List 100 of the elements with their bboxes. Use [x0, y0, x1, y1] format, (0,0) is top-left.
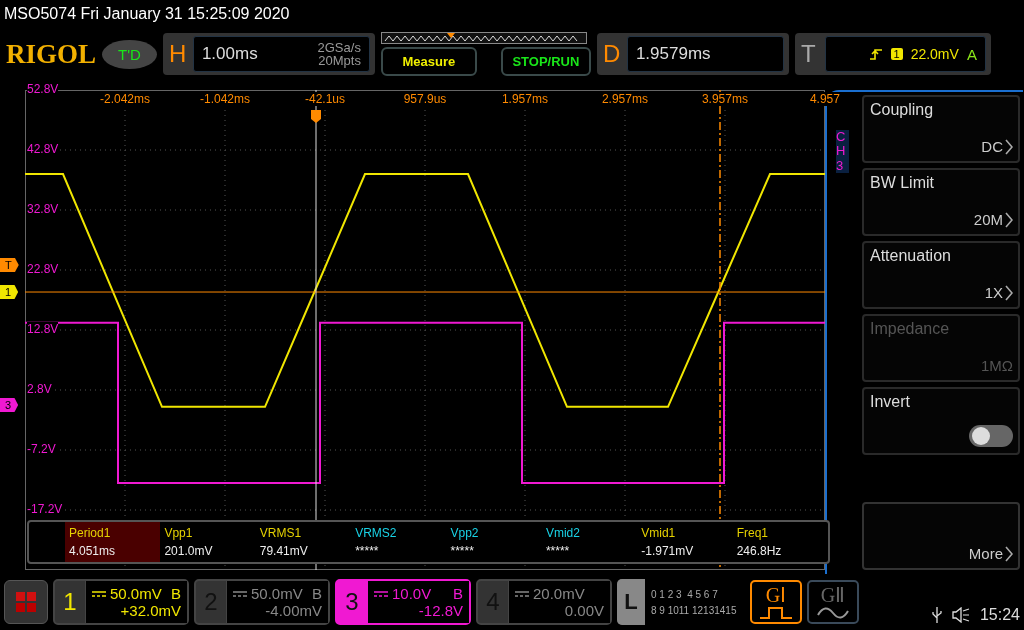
- chevron-right-icon: [1005, 211, 1013, 228]
- x-axis-label: -42.1us: [304, 92, 345, 106]
- square-wave-icon: [760, 607, 792, 619]
- trigger-source: 1: [890, 48, 903, 60]
- y-axis-label: 2.8V: [27, 382, 52, 396]
- measurement-value: 201.0mV: [164, 544, 214, 558]
- measurement-value: -1.971mV: [641, 544, 695, 558]
- x-axis-label: 2.957ms: [601, 92, 648, 106]
- menu-tab[interactable]: CH3: [836, 130, 849, 173]
- usb-icon: [931, 606, 942, 624]
- dc-coupling-icon: [92, 589, 106, 598]
- x-axis-label: 3.957ms: [701, 92, 748, 106]
- menu-option[interactable]: BW Limit 20M: [862, 168, 1020, 236]
- channel-button[interactable]: 3 10.0V B -12.8V: [335, 579, 471, 625]
- option-value: DC: [981, 138, 1003, 155]
- option-label: BW Limit: [870, 174, 935, 192]
- more-button[interactable]: More: [862, 502, 1020, 570]
- trigger-panel[interactable]: T 1 22.0mV A: [794, 33, 991, 75]
- timebase-panel[interactable]: H 1.00ms 2GSa/s 20Mpts: [162, 33, 375, 75]
- measurement-item[interactable]: VRMS1 79.41mV: [255, 522, 352, 562]
- chevron-right-icon: [1005, 284, 1013, 301]
- x-axis-label: 1.957ms: [501, 92, 548, 106]
- delay-value: 1.9579ms: [635, 44, 711, 64]
- y-axis-label: -7.2V: [27, 442, 56, 456]
- measurement-value: 4.051ms: [69, 544, 117, 558]
- channel-scale: 20.0mV: [533, 585, 585, 602]
- measurement-item[interactable]: Vpp2 *****: [446, 522, 542, 562]
- channel-marker[interactable]: 1: [0, 285, 19, 299]
- digital-channels: 0 1 2 3 4 5 6 7: [651, 588, 719, 600]
- measurement-name: Vpp1: [164, 526, 194, 540]
- bandwidth-label: B: [312, 585, 322, 602]
- dc-coupling-icon: [233, 589, 247, 598]
- measure-button[interactable]: Measure: [380, 47, 477, 76]
- measurement-name: Freq1: [736, 526, 769, 540]
- channel-scale: 10.0V: [392, 585, 432, 602]
- measurement-value: 246.8Hz: [736, 544, 783, 558]
- measurement-name: Vmid1: [641, 526, 677, 540]
- channel-scale: 50.0mV: [110, 585, 162, 602]
- channel-number: 3: [344, 587, 360, 617]
- rising-edge-icon: [868, 47, 883, 61]
- measurement-item[interactable]: VRMS2 *****: [351, 522, 447, 562]
- measurement-value: *****: [355, 544, 380, 558]
- measurement-name: Vpp2: [450, 526, 480, 540]
- dc-coupling-icon: [374, 589, 388, 598]
- measurement-value: *****: [545, 544, 571, 558]
- channel-offset: -4.00mV: [265, 602, 322, 619]
- sample-rate: 2GSa/s: [317, 41, 361, 54]
- y-axis-label: 42.8V: [27, 142, 59, 156]
- y-axis-label: 12.8V: [27, 322, 59, 336]
- stop-run-button[interactable]: STOP/RUN: [500, 47, 591, 76]
- x-axis-label: 4.957: [809, 92, 840, 106]
- y-axis-label: -17.2V: [27, 502, 63, 516]
- trigger-mode: A: [966, 45, 977, 63]
- menu-option[interactable]: Invert: [862, 387, 1020, 455]
- channel-number: 1: [62, 587, 78, 617]
- chevron-right-icon: [1005, 138, 1013, 155]
- measurement-item[interactable]: Freq1 246.8Hz: [732, 522, 828, 562]
- measurement-item[interactable]: Period1 4.051ms: [65, 522, 161, 562]
- speaker-muted-icon[interactable]: [951, 607, 970, 623]
- channel-offset: 0.00V: [564, 602, 604, 619]
- option-value: 1MΩ: [980, 357, 1013, 374]
- logic-analyzer-button[interactable]: L 0 1 2 3 4 5 6 7 8 9 1011 12131415: [617, 579, 745, 625]
- toggle-switch[interactable]: [969, 425, 1013, 447]
- y-axis-label: 22.8V: [27, 262, 59, 276]
- timebase-value: 1.00ms: [201, 44, 258, 64]
- channel-marker[interactable]: T: [0, 258, 19, 272]
- option-label: Invert: [870, 393, 911, 411]
- delay-panel[interactable]: D 1.9579ms: [596, 33, 789, 75]
- y-axis-label: 52.8V: [27, 82, 59, 96]
- measurement-item[interactable]: Vmid1 -1.971mV: [637, 522, 733, 562]
- four-squares-icon: [15, 591, 37, 613]
- generator-button[interactable]: GⅡ: [807, 580, 859, 624]
- logo: RIGOL: [6, 38, 97, 70]
- option-value: 1X: [984, 284, 1003, 301]
- x-axis-label: -1.042ms: [200, 92, 250, 106]
- menu-option[interactable]: Attenuation 1X: [862, 241, 1020, 309]
- measurement-item[interactable]: Vpp1 201.0mV: [160, 522, 256, 562]
- x-axis-label: 957.9us: [403, 92, 447, 106]
- delay-letter: D: [602, 40, 621, 68]
- channel-button[interactable]: 1 50.0mV B +32.0mV: [53, 579, 189, 625]
- channel-marker[interactable]: 3: [0, 398, 19, 412]
- channel-scale: 50.0mV: [251, 585, 303, 602]
- dc-coupling-icon: [515, 589, 529, 598]
- generator-label: GⅡ: [820, 585, 846, 605]
- memory-depth: 20Mpts: [318, 54, 361, 67]
- bandwidth-label: B: [171, 585, 181, 602]
- measurement-value: *****: [450, 544, 475, 558]
- option-value: More: [968, 545, 1003, 562]
- clock: 15:24: [979, 606, 1020, 624]
- trigger-position-icon: [311, 110, 321, 123]
- x-axis-label: -2.042ms: [100, 92, 150, 106]
- generator-button[interactable]: GⅠ: [750, 580, 802, 624]
- option-label: Attenuation: [870, 247, 952, 265]
- sine-wave-icon: [817, 607, 849, 619]
- menu-option[interactable]: Coupling DC: [862, 95, 1020, 163]
- chevron-right-icon: [1005, 545, 1013, 562]
- bandwidth-label: B: [453, 585, 463, 602]
- header-title: MSO5074 Fri January 31 15:25:09 2020: [3, 4, 290, 24]
- measurement-item[interactable]: Vmid2 *****: [541, 522, 638, 562]
- measurement-name: VRMS1: [259, 526, 303, 540]
